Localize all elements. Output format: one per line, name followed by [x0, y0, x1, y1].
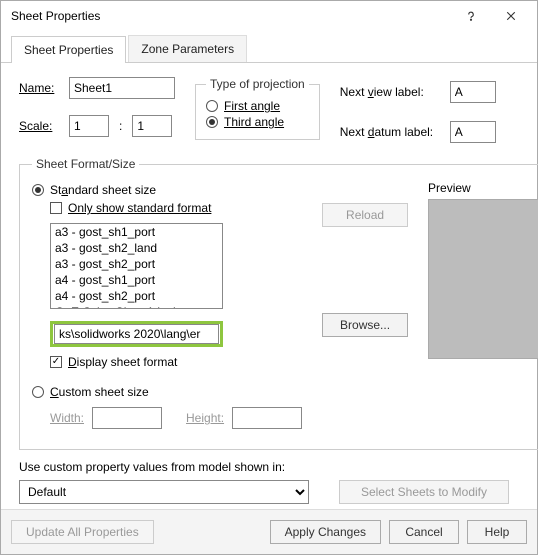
width-input: [92, 407, 162, 429]
help-button[interactable]: Help: [467, 520, 527, 544]
titlebar: Sheet Properties: [1, 1, 537, 31]
projection-legend: Type of projection: [206, 77, 309, 91]
display-format-check[interactable]: Display sheet format: [50, 355, 302, 369]
cancel-button[interactable]: Cancel: [389, 520, 459, 544]
help-icon[interactable]: [451, 2, 491, 30]
format-path-input[interactable]: [54, 324, 219, 344]
list-item[interactable]: a4 - gost_sh1_port: [51, 272, 222, 288]
projection-group: Type of projection First angle Third ang…: [195, 77, 320, 140]
next-datum-input[interactable]: [450, 121, 496, 143]
name-label: Name:: [19, 81, 59, 95]
sheet-size-list[interactable]: a3 - gost_sh1_port a3 - gost_sh2_land a3…: [50, 223, 223, 309]
sheet-format-legend: Sheet Format/Size: [32, 157, 139, 171]
reload-button: Reload: [322, 203, 408, 227]
list-item[interactable]: GoE Csize Sheet1 Inches: [51, 304, 222, 309]
next-datum-label: Next datum label:: [340, 125, 442, 139]
dialog-footer: Update All Properties Apply Changes Canc…: [1, 509, 537, 554]
preview-pane: [428, 199, 538, 359]
tab-strip: Sheet Properties Zone Parameters: [1, 31, 537, 63]
close-icon[interactable]: [491, 2, 531, 30]
custom-size-radio[interactable]: Custom sheet size: [32, 385, 302, 399]
custom-prop-label: Use custom property values from model sh…: [19, 460, 519, 474]
scale-sep: :: [119, 119, 122, 133]
first-angle-radio[interactable]: First angle: [206, 99, 309, 113]
list-item[interactable]: a3 - gost_sh1_port: [51, 224, 222, 240]
custom-prop-select[interactable]: Default: [19, 480, 309, 504]
width-label: Width:: [50, 411, 84, 425]
tab-zone-parameters[interactable]: Zone Parameters: [128, 35, 247, 62]
format-path-highlight: [50, 321, 223, 347]
list-item[interactable]: a3 - gost_sh2_land: [51, 240, 222, 256]
next-view-label: Next view label:: [340, 85, 442, 99]
scale-b-input[interactable]: [132, 115, 172, 137]
height-input: [232, 407, 302, 429]
window-title: Sheet Properties: [11, 9, 451, 23]
standard-size-radio[interactable]: Standard sheet size: [32, 183, 302, 197]
apply-changes-button[interactable]: Apply Changes: [270, 520, 381, 544]
scale-label: Scale:: [19, 119, 59, 133]
scale-a-input[interactable]: [69, 115, 109, 137]
height-label: Height:: [186, 411, 224, 425]
browse-button[interactable]: Browse...: [322, 313, 408, 337]
next-view-input[interactable]: [450, 81, 496, 103]
preview-label: Preview: [428, 181, 538, 195]
update-all-button: Update All Properties: [11, 520, 154, 544]
only-standard-check[interactable]: Only show standard format: [50, 201, 302, 215]
select-sheets-button: Select Sheets to Modify: [339, 480, 509, 504]
list-item[interactable]: a4 - gost_sh2_port: [51, 288, 222, 304]
name-input[interactable]: [69, 77, 175, 99]
third-angle-radio[interactable]: Third angle: [206, 115, 309, 129]
tab-sheet-properties[interactable]: Sheet Properties: [11, 36, 126, 63]
list-item[interactable]: a3 - gost_sh2_port: [51, 256, 222, 272]
sheet-format-group: Sheet Format/Size Standard sheet size On…: [19, 157, 538, 450]
